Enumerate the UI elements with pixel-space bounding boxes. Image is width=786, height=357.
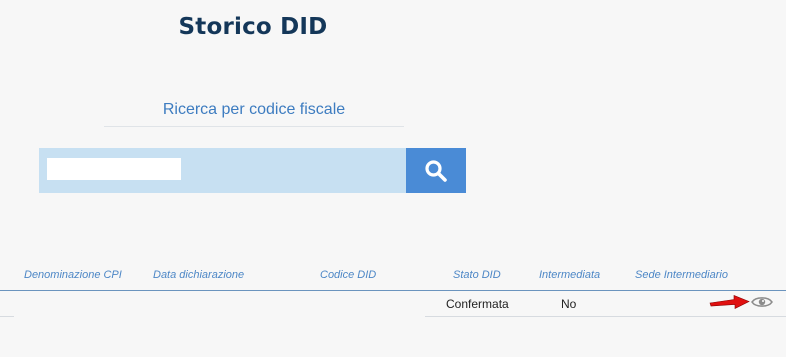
eye-icon: [751, 297, 773, 307]
header-data-dichiarazione: Data dichiarazione: [153, 269, 245, 281]
header-stato-did: Stato DID: [453, 269, 501, 281]
page-title: Storico DID: [178, 14, 328, 40]
search-button[interactable]: [406, 148, 466, 193]
header-codice-did: Codice DID: [320, 269, 377, 281]
row-divider-left: [0, 316, 14, 317]
view-details-button[interactable]: [749, 292, 775, 312]
codice-fiscale-input[interactable]: [47, 158, 181, 180]
storico-did-page: Storico DID Ricerca per codice fiscale D…: [0, 0, 786, 357]
red-arrow-annotation: [709, 295, 750, 309]
cell-intermediata: No: [561, 297, 577, 311]
row-divider: [425, 316, 786, 317]
search-label: Ricerca per codice fiscale: [104, 101, 404, 127]
header-intermediata: Intermediata: [539, 269, 601, 281]
cell-stato-did: Confermata: [446, 297, 509, 311]
search-bar: [39, 148, 466, 193]
table-header-divider: [0, 290, 786, 291]
search-field-container: [39, 148, 406, 193]
search-icon: [425, 159, 447, 182]
header-denominazione-cpi: Denominazione CPI: [24, 269, 122, 281]
header-sede-intermediario: Sede Intermediario: [635, 269, 728, 281]
